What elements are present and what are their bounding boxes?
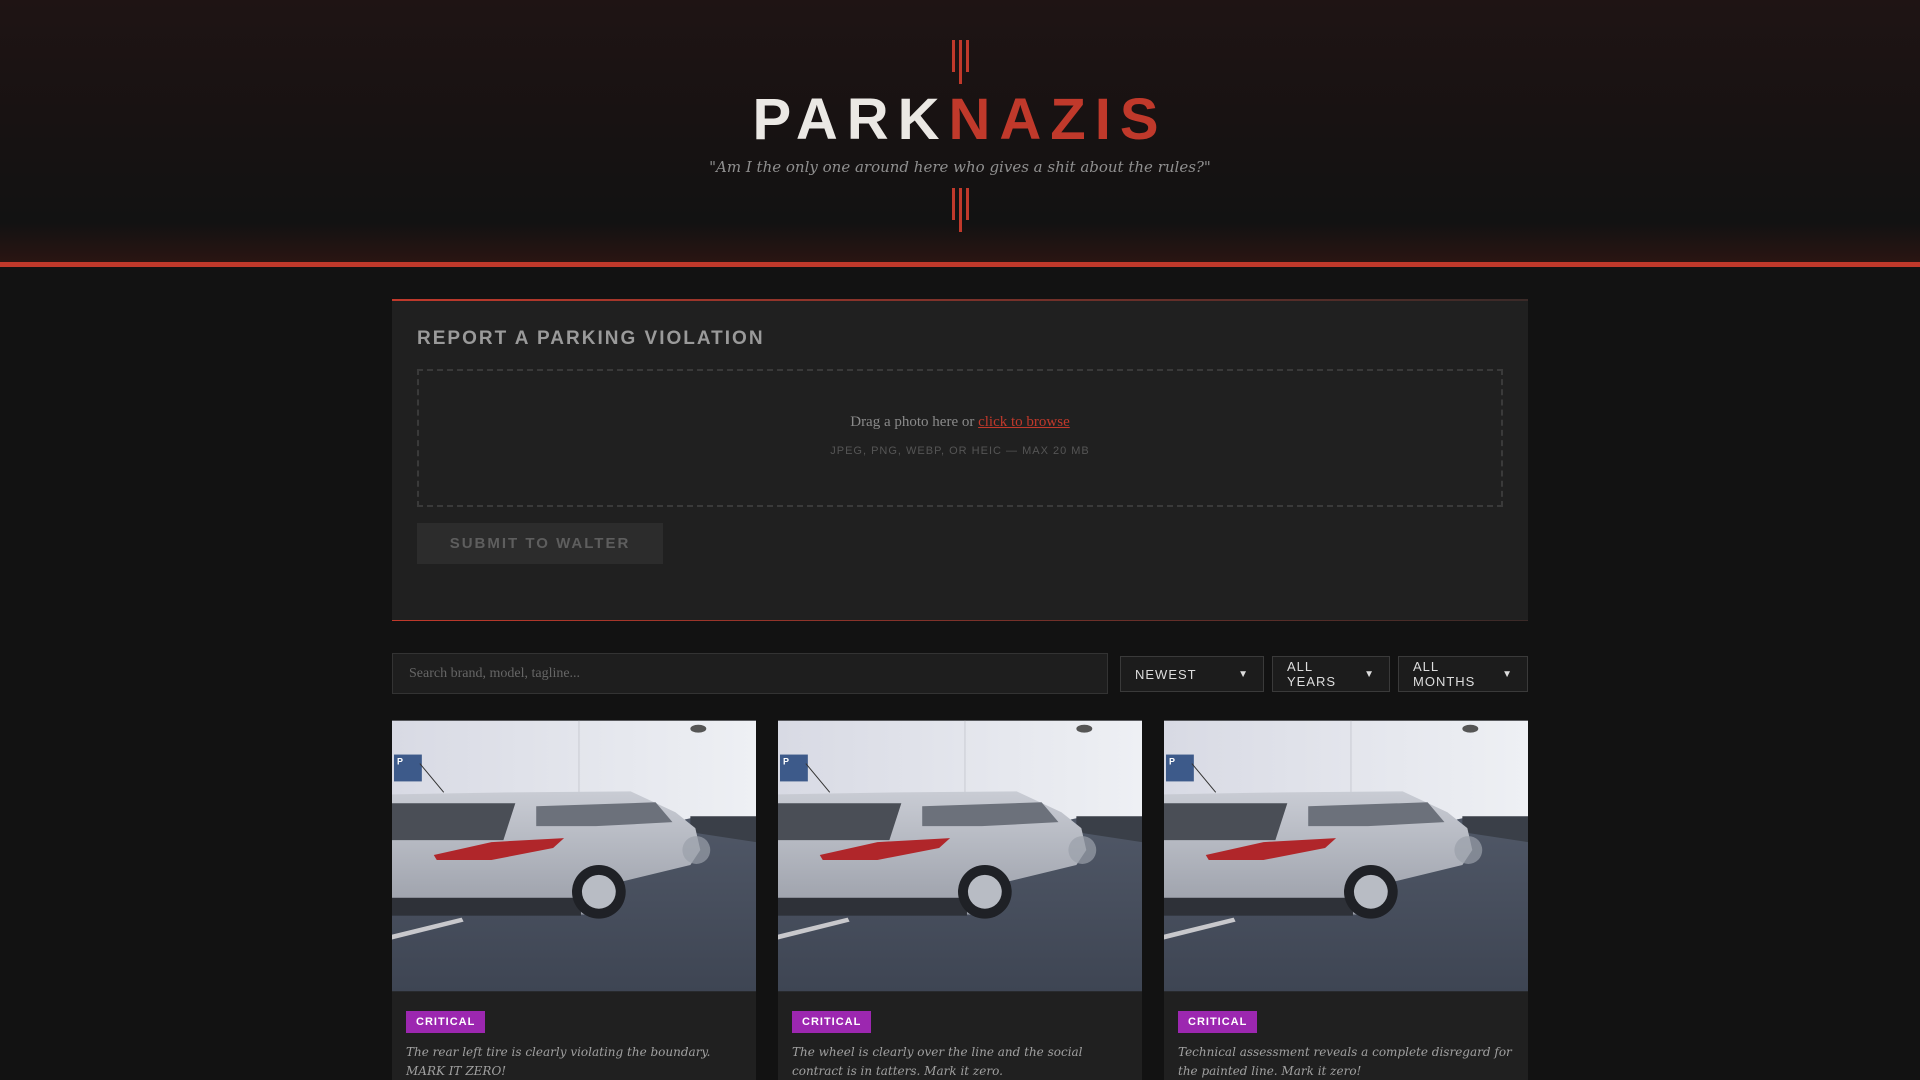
chevron-down-icon: ▼	[1364, 668, 1375, 680]
sort-select[interactable]: NEWEST ▼	[1120, 656, 1264, 692]
violation-photo	[778, 720, 1142, 992]
file-hint: JPEG, PNG, WEBP, OR HEIC — MAX 20 MB	[830, 445, 1090, 457]
tagline: "Am I the only one around here who gives…	[709, 158, 1211, 176]
severity-badge: CRITICAL	[792, 1011, 872, 1033]
site-header: PARKNAZIS "Am I the only one around here…	[0, 0, 1920, 262]
violation-description: The rear left tire is clearly violating …	[406, 1045, 711, 1078]
site-logo[interactable]: PARKNAZIS	[0, 86, 1920, 153]
severity-badge: CRITICAL	[406, 1011, 486, 1033]
logo-ornament-top	[952, 40, 970, 84]
violation-card[interactable]: CRITICAL The rear left tire is clearly v…	[392, 720, 756, 1080]
chevron-down-icon: ▼	[1238, 668, 1249, 680]
report-title: REPORT A PARKING VIOLATION	[417, 328, 765, 349]
month-select[interactable]: ALL MONTHS ▼	[1398, 656, 1528, 692]
browse-link[interactable]: click to browse	[978, 414, 1070, 430]
violation-description: Technical assessment reveals a complete …	[1178, 1045, 1512, 1078]
chevron-down-icon: ▼	[1502, 668, 1513, 680]
header-divider	[0, 262, 1920, 267]
search-input[interactable]	[392, 653, 1108, 694]
submit-button[interactable]: SUBMIT TO WALTER	[417, 523, 663, 564]
severity-badge: CRITICAL	[1178, 1011, 1258, 1033]
dropzone-text: Drag a photo here or	[850, 414, 979, 430]
violation-card[interactable]: CRITICAL Technical assessment reveals a …	[1164, 720, 1528, 1080]
violation-photo	[1164, 720, 1528, 992]
report-panel: REPORT A PARKING VIOLATION Drag a photo …	[392, 299, 1528, 621]
violation-card[interactable]: CRITICAL The wheel is clearly over the l…	[778, 720, 1142, 1080]
violation-photo	[392, 720, 756, 992]
photo-dropzone[interactable]: Drag a photo here or click to browse JPE…	[417, 369, 1503, 507]
year-select[interactable]: ALL YEARS ▼	[1272, 656, 1390, 692]
logo-ornament-bottom	[952, 188, 970, 232]
violation-description: The wheel is clearly over the line and t…	[792, 1045, 1083, 1078]
